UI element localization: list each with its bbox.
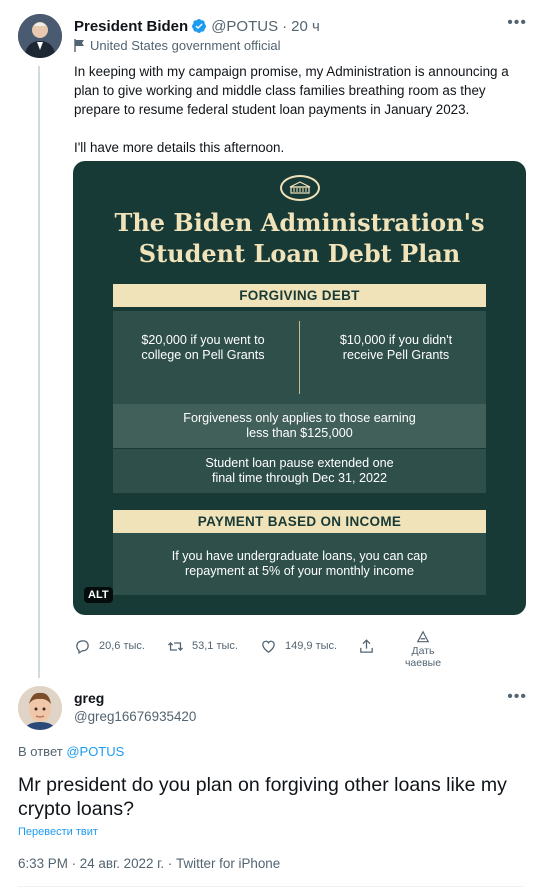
retweet-action[interactable]: 53,1 тыс. xyxy=(167,636,238,656)
retweet-icon xyxy=(167,641,184,651)
no-pell-grant-box: $10,000 if you didn't receive Pell Grant… xyxy=(339,333,453,362)
reply-author-name[interactable]: greg xyxy=(74,690,104,706)
forgiving-debt-header: FORGIVING DEBT xyxy=(113,284,486,307)
reply-to-link[interactable]: @POTUS xyxy=(66,744,124,759)
verified-badge-icon xyxy=(192,19,207,33)
separator-dot: · xyxy=(282,17,288,35)
author-name[interactable]: President Biden xyxy=(74,18,188,35)
pell-grant-box: $20,000 if you went to college on Pell G… xyxy=(141,333,265,362)
thread-connector-line xyxy=(38,66,40,678)
tweet-time[interactable]: 20 ч xyxy=(291,18,320,35)
translate-tweet-link[interactable]: Перевести твит xyxy=(18,826,98,838)
replying-to: В ответ @POTUS xyxy=(18,744,124,759)
tip-label: Дать чаевые xyxy=(404,645,442,669)
tweet-actions: 20,6 тыс. 53,1 тыс. 149,9 тыс. Дать чаев… xyxy=(74,630,524,670)
reply-icon xyxy=(76,639,89,654)
tweet-paragraph: In keeping with my campaign promise, my … xyxy=(74,64,509,117)
tip-action[interactable]: Дать чаевые xyxy=(404,630,442,669)
white-house-logo-icon xyxy=(280,175,320,201)
divider-line xyxy=(18,886,523,887)
reply-count: 20,6 тыс. xyxy=(99,640,145,652)
reply-prefix: В ответ xyxy=(18,744,63,759)
author-handle[interactable]: @POTUS xyxy=(211,18,278,35)
more-options-icon[interactable]: ••• xyxy=(507,14,527,32)
government-label: United States government official xyxy=(74,38,281,53)
share-icon xyxy=(360,638,373,653)
government-label-text: United States government official xyxy=(90,38,281,53)
image-title: The Biden Administration's Student Loan … xyxy=(114,208,485,268)
reply-text: Mr president do you plan on forgiving ot… xyxy=(18,774,507,820)
repayment-cap-box: If you have undergraduate loans, you can… xyxy=(113,533,486,595)
payment-income-header: PAYMENT BASED ON INCOME xyxy=(113,510,486,533)
reply-more-options-icon[interactable]: ••• xyxy=(507,688,527,706)
reply-action[interactable]: 20,6 тыс. xyxy=(74,636,145,656)
share-action[interactable] xyxy=(358,636,383,656)
tweet-text: In keeping with my campaign promise, my … xyxy=(74,62,524,176)
retweet-count: 53,1 тыс. xyxy=(192,640,238,652)
divider xyxy=(299,321,300,394)
potus-avatar[interactable] xyxy=(18,14,62,58)
flag-icon xyxy=(74,39,84,52)
tweet-header: President Biden @POTUS · 20 ч xyxy=(74,16,523,36)
tweet-image[interactable]: The Biden Administration's Student Loan … xyxy=(73,161,526,615)
reply-timestamp[interactable]: 6:33 PM · 24 авг. 2022 г. · Twitter for … xyxy=(18,856,280,871)
greg-avatar[interactable] xyxy=(18,686,62,730)
tip-jar-icon xyxy=(416,630,430,643)
like-action[interactable]: 149,9 тыс. xyxy=(260,636,337,656)
alt-text-badge[interactable]: ALT xyxy=(84,587,113,603)
grant-comparison: $20,000 if you went to college on Pell G… xyxy=(113,311,486,404)
pause-extension-box: Student loan pause extended one final ti… xyxy=(113,449,486,493)
tweet-paragraph: I'll have more details this afternoon. xyxy=(74,140,285,155)
income-limit-box: Forgiveness only applies to those earnin… xyxy=(113,404,486,448)
reply-author-handle[interactable]: @greg16676935420 xyxy=(74,709,196,724)
like-count: 149,9 тыс. xyxy=(285,640,338,652)
heart-icon xyxy=(262,640,275,653)
